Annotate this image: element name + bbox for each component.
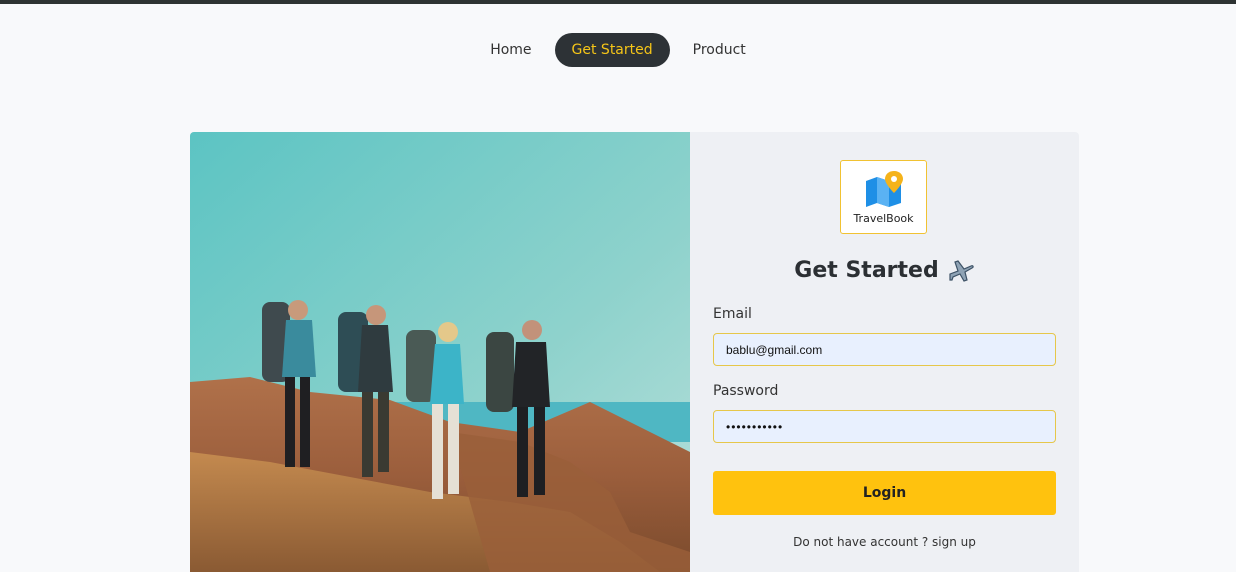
- folded-map-pin-icon: [865, 171, 903, 207]
- logo-text: TravelBook: [853, 212, 914, 225]
- main-nav: Home Get Started Product: [0, 32, 1236, 68]
- login-card: TravelBook Get Started Email Password Lo…: [190, 132, 1079, 572]
- login-button[interactable]: Login: [713, 471, 1056, 515]
- password-label: Password: [713, 383, 779, 399]
- page-title: Get Started: [794, 257, 939, 283]
- login-panel: TravelBook Get Started Email Password Lo…: [690, 132, 1079, 572]
- nav-product[interactable]: Product: [676, 33, 763, 67]
- email-label: Email: [713, 306, 752, 322]
- form-title: Get Started: [690, 256, 1079, 284]
- nav-home[interactable]: Home: [473, 33, 548, 67]
- travelbook-logo: TravelBook: [840, 160, 927, 234]
- password-field[interactable]: [713, 410, 1056, 443]
- hero-image: [190, 132, 690, 572]
- signup-link[interactable]: Do not have account ? sign up: [690, 535, 1079, 549]
- email-field[interactable]: [713, 333, 1056, 366]
- nav-get-started[interactable]: Get Started: [554, 33, 670, 67]
- airplane-icon: [949, 260, 974, 282]
- top-border: [0, 0, 1236, 4]
